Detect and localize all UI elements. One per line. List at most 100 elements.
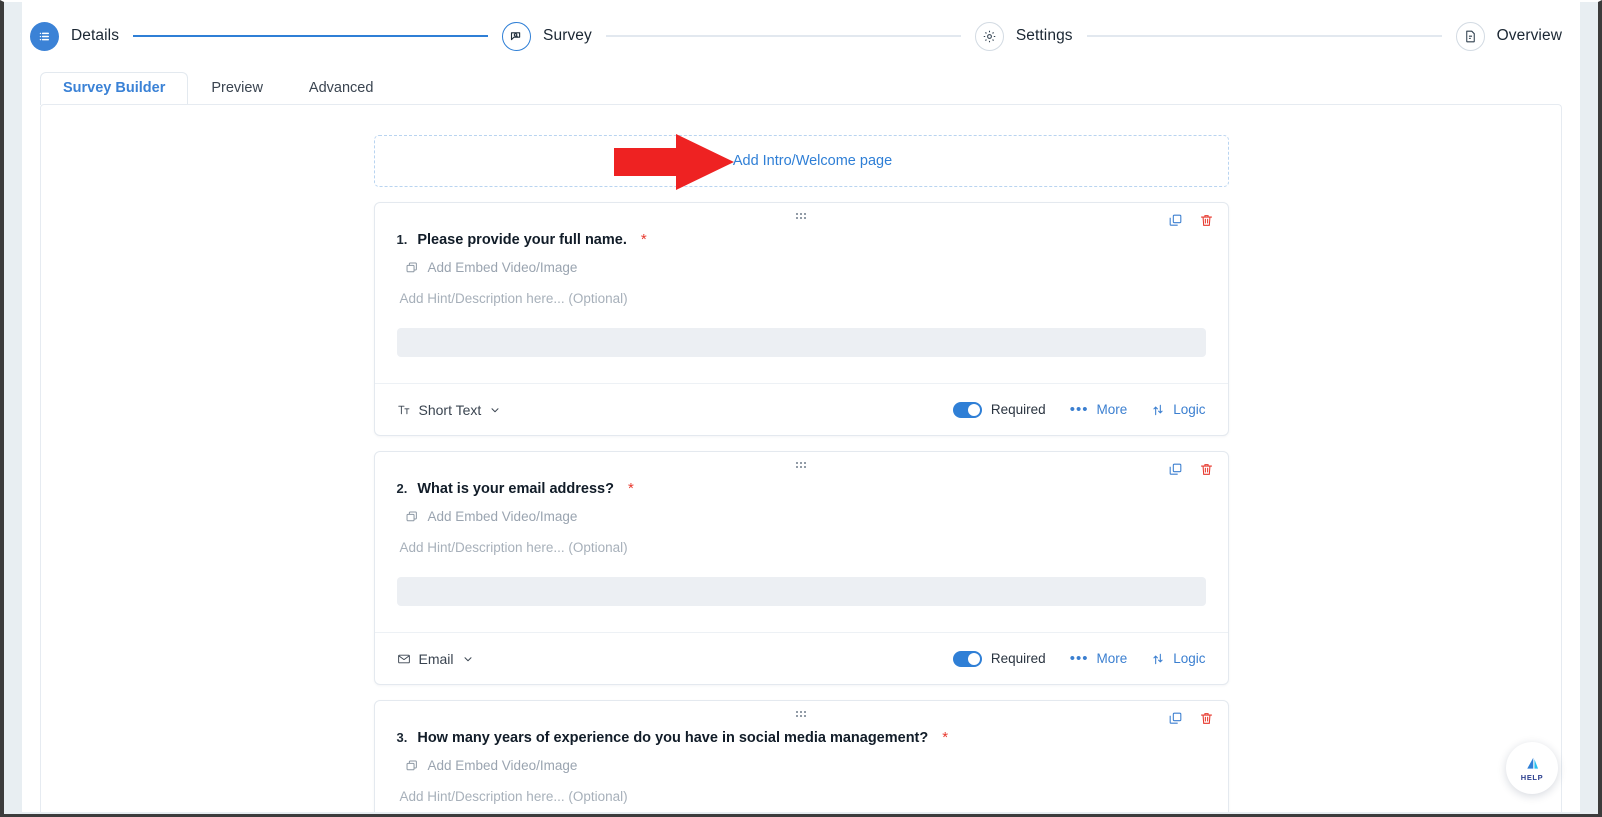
question-type-label: Email: [418, 650, 454, 667]
drag-handle-icon[interactable]: [795, 460, 807, 472]
add-embed-media-label: Add Embed Video/Image: [427, 758, 578, 773]
question-card[interactable]: 3. How many years of experience do you h…: [373, 700, 1229, 812]
required-asterisk: *: [627, 480, 634, 497]
chevron-down-icon: [489, 404, 501, 416]
more-button[interactable]: ••• More: [1070, 651, 1128, 666]
step-details[interactable]: Details: [30, 21, 120, 51]
help-chart-icon: [1523, 754, 1542, 772]
step-overview[interactable]: Overview: [1455, 21, 1562, 51]
step-label-overview: Overview: [1496, 27, 1562, 44]
question-body: 2. What is your email address? * Add Emb…: [375, 452, 1228, 606]
question-number: 3.: [396, 730, 408, 745]
more-label: More: [1096, 651, 1128, 666]
text-format-icon: [397, 403, 411, 417]
question-card[interactable]: 1. Please provide your full name. * Add …: [373, 202, 1229, 436]
answer-preview-field: [396, 328, 1206, 357]
tab-survey-builder[interactable]: Survey Builder: [40, 72, 189, 105]
card-actions: [1168, 213, 1214, 228]
logic-button[interactable]: Logic: [1151, 402, 1206, 417]
delete-icon[interactable]: [1199, 213, 1214, 228]
question-text[interactable]: How many years of experience do you have…: [417, 730, 928, 746]
required-asterisk: *: [942, 729, 949, 746]
duplicate-icon[interactable]: [1168, 213, 1183, 228]
question-type-select[interactable]: Short Text: [397, 402, 502, 418]
drag-handle-icon[interactable]: [795, 211, 807, 223]
card-actions: [1168, 711, 1214, 726]
plus-circle-icon: [710, 154, 725, 169]
question-number: 1.: [396, 232, 408, 247]
page-surface: Details Survey Settings Overview Survey …: [22, 2, 1580, 812]
step-label-survey: Survey: [543, 27, 592, 44]
add-embed-media-button[interactable]: Add Embed Video/Image: [405, 758, 1206, 773]
step-connector-3: [1086, 35, 1442, 37]
add-embed-media-button[interactable]: Add Embed Video/Image: [405, 260, 1206, 275]
more-label: More: [1096, 402, 1128, 417]
question-card[interactable]: 2. What is your email address? * Add Emb…: [373, 451, 1229, 685]
drag-handle-icon[interactable]: [795, 709, 807, 721]
required-switch[interactable]: [952, 401, 982, 418]
question-body: 1. Please provide your full name. * Add …: [375, 203, 1228, 357]
logic-label: Logic: [1173, 651, 1206, 666]
step-label-settings: Settings: [1015, 27, 1073, 44]
step-label-details: Details: [71, 27, 120, 44]
add-intro-page-label: Add Intro/Welcome page: [732, 153, 893, 169]
required-asterisk: *: [640, 231, 647, 248]
builder-scroll-area[interactable]: Add Intro/Welcome page 1. Please provide…: [41, 105, 1561, 812]
add-embed-media-button[interactable]: Add Embed Video/Image: [405, 509, 1206, 524]
step-survey[interactable]: Survey: [502, 21, 592, 51]
delete-icon[interactable]: [1199, 462, 1214, 477]
add-intro-page-dropzone[interactable]: Add Intro/Welcome page: [373, 135, 1229, 187]
required-toggle-label: Required: [990, 651, 1046, 666]
answer-preview-field: [396, 577, 1206, 606]
embed-media-icon: [405, 759, 419, 773]
step-connector-2: [605, 35, 961, 37]
logic-button[interactable]: Logic: [1151, 651, 1206, 666]
gear-icon: [974, 21, 1004, 51]
question-text[interactable]: Please provide your full name.: [417, 232, 627, 248]
delete-icon[interactable]: [1199, 711, 1214, 726]
builder-canvas: Add Intro/Welcome page 1. Please provide…: [40, 104, 1562, 812]
more-button[interactable]: ••• More: [1070, 402, 1128, 417]
question-type-label: Short Text: [418, 401, 482, 418]
required-toggle[interactable]: Required: [952, 401, 1046, 418]
hint-description-input[interactable]: Add Hint/Description here... (Optional): [400, 789, 1206, 804]
logic-branch-icon: [1151, 652, 1165, 666]
question-footer: Email Required ••• More Logic: [374, 632, 1228, 684]
embed-media-icon: [405, 261, 419, 275]
builder-tabs: Survey Builder Preview Advanced: [22, 70, 1580, 105]
logic-branch-icon: [1151, 403, 1165, 417]
logic-label: Logic: [1173, 402, 1206, 417]
question-title-row: 2. What is your email address? *: [397, 480, 1206, 497]
embed-media-icon: [405, 510, 419, 524]
card-actions: [1168, 462, 1214, 477]
question-text[interactable]: What is your email address?: [417, 481, 614, 497]
hint-description-input[interactable]: Add Hint/Description here... (Optional): [400, 540, 1206, 555]
question-column: Add Intro/Welcome page 1. Please provide…: [373, 135, 1229, 812]
tab-advanced[interactable]: Advanced: [286, 72, 397, 105]
question-footer-actions: Required ••• More Logic: [952, 650, 1206, 667]
required-switch[interactable]: [952, 650, 982, 667]
hint-description-input[interactable]: Add Hint/Description here... (Optional): [400, 291, 1206, 306]
duplicate-icon[interactable]: [1168, 462, 1183, 477]
overview-icon: [1455, 21, 1485, 51]
step-connector-1: [133, 35, 489, 37]
question-footer: Short Text Required ••• More Logic: [374, 383, 1228, 435]
survey-icon: [502, 21, 532, 51]
add-embed-media-label: Add Embed Video/Image: [427, 509, 578, 524]
help-button[interactable]: HELP: [1506, 742, 1558, 794]
question-title-row: 1. Please provide your full name. *: [397, 231, 1206, 248]
tab-preview[interactable]: Preview: [188, 72, 286, 105]
required-toggle-label: Required: [990, 402, 1046, 417]
duplicate-icon[interactable]: [1168, 711, 1183, 726]
question-type-select[interactable]: Email: [397, 651, 474, 667]
ellipsis-icon: •••: [1069, 401, 1089, 418]
ellipsis-icon: •••: [1069, 650, 1089, 667]
question-number: 2.: [396, 481, 408, 496]
chevron-down-icon: [462, 653, 474, 665]
step-settings[interactable]: Settings: [974, 21, 1073, 51]
question-title-row: 3. How many years of experience do you h…: [397, 729, 1206, 746]
list-icon: [30, 21, 59, 51]
question-footer-actions: Required ••• More Logic: [952, 401, 1206, 418]
wizard-stepper: Details Survey Settings Overview: [22, 2, 1580, 70]
required-toggle[interactable]: Required: [952, 650, 1046, 667]
